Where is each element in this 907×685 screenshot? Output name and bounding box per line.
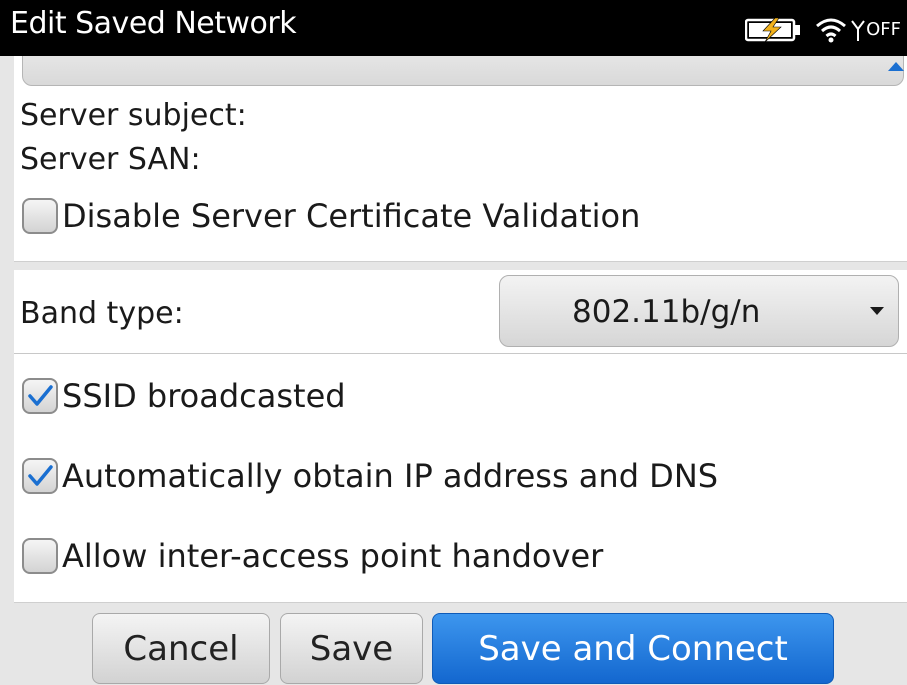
save-button[interactable]: Save — [280, 613, 423, 684]
auto-ip-dns-label: Automatically obtain IP address and DNS — [62, 457, 719, 495]
server-subject-label: Server subject: — [20, 98, 247, 133]
ssid-broadcasted-label: SSID broadcasted — [62, 377, 346, 415]
band-type-value: 802.11b/g/n — [572, 294, 761, 330]
ssid-broadcasted-checkbox[interactable] — [22, 378, 58, 414]
status-icons: OFF — [745, 16, 901, 44]
wifi-icon — [816, 18, 847, 43]
certificate-dropdown[interactable] — [22, 56, 904, 86]
battery-charging-icon — [745, 18, 801, 42]
title-bar: Edit Saved Network OFF — [0, 0, 907, 56]
server-san-label: Server SAN: — [20, 142, 201, 177]
certificate-section: Server subject: Server SAN: Disable Serv… — [14, 56, 907, 261]
band-type-label: Band type: — [20, 296, 184, 331]
save-and-connect-button[interactable]: Save and Connect — [432, 613, 834, 684]
radio-antenna-icon — [851, 20, 865, 41]
radio-state-label: OFF — [866, 19, 901, 40]
cancel-button[interactable]: Cancel — [92, 613, 270, 684]
disable-cert-validation-label: Disable Server Certificate Validation — [62, 197, 641, 235]
checkmark-icon — [28, 385, 53, 406]
inter-ap-handover-label: Allow inter-access point handover — [62, 537, 604, 575]
disable-cert-validation-option[interactable]: Disable Server Certificate Validation — [22, 197, 640, 235]
checkmark-icon — [28, 465, 53, 486]
inter-ap-handover-option[interactable]: Allow inter-access point handover — [22, 537, 603, 575]
scroll-up-icon — [888, 62, 904, 71]
network-options-section: Band type: 802.11b/g/n SSID broadcasted … — [14, 270, 907, 602]
auto-ip-dns-option[interactable]: Automatically obtain IP address and DNS — [22, 457, 718, 495]
disable-cert-validation-checkbox[interactable] — [22, 198, 58, 234]
ssid-broadcasted-option[interactable]: SSID broadcasted — [22, 377, 346, 415]
inter-ap-handover-checkbox[interactable] — [22, 538, 58, 574]
chevron-down-icon — [870, 307, 884, 315]
auto-ip-dns-checkbox[interactable] — [22, 458, 58, 494]
screen-title: Edit Saved Network — [10, 6, 297, 41]
band-type-dropdown[interactable]: 802.11b/g/n — [499, 275, 899, 347]
divider — [14, 353, 907, 354]
